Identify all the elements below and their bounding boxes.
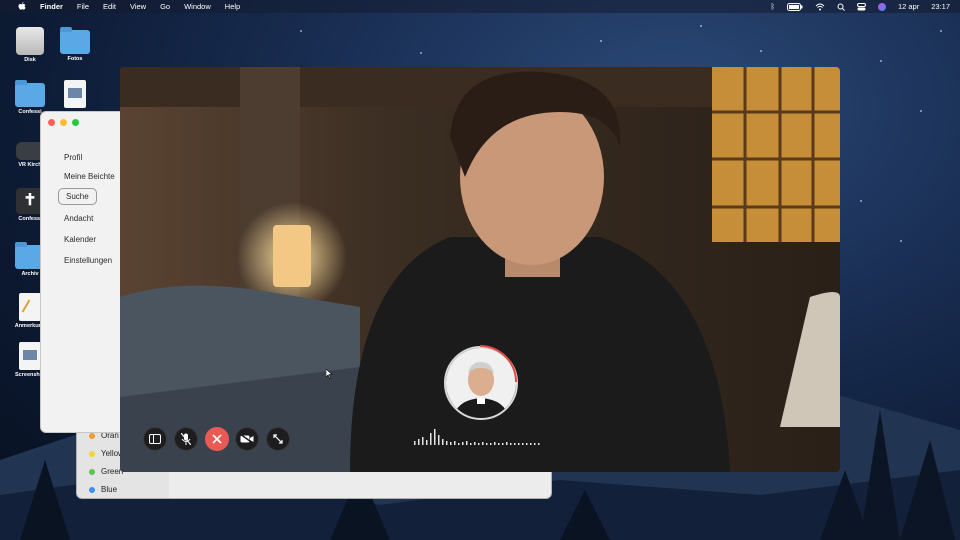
sidebar-item-andacht[interactable]: Andacht xyxy=(64,214,93,223)
mute-button[interactable] xyxy=(174,427,198,451)
sidebar-item-profil[interactable]: Profil xyxy=(64,153,82,162)
siri-icon[interactable] xyxy=(877,2,886,11)
minimize-window-button[interactable] xyxy=(60,119,67,126)
audio-level-ring xyxy=(479,345,517,383)
blue-tag-dot-icon xyxy=(89,486,95,493)
sidebar-item-suche[interactable]: Suche xyxy=(58,188,97,205)
fullscreen-button[interactable] xyxy=(266,427,290,451)
image-file-icon xyxy=(64,80,86,108)
menu-bar: Finder File Edit View Go Window Help ᛒ 1… xyxy=(0,0,960,13)
image-file-icon xyxy=(19,342,41,370)
tag-green[interactable]: Green xyxy=(89,467,123,476)
end-call-button[interactable] xyxy=(205,427,229,451)
menu-window[interactable]: Window xyxy=(184,2,211,11)
sidebar-toggle-button[interactable] xyxy=(143,427,167,451)
menu-go[interactable]: Go xyxy=(160,2,170,11)
sidebar-toggle-icon xyxy=(149,434,161,444)
sidebar-item-einstellungen[interactable]: Einstellungen xyxy=(64,256,112,265)
end-call-icon xyxy=(212,434,222,444)
menu-time[interactable]: 23:17 xyxy=(931,2,950,11)
battery-icon[interactable] xyxy=(786,2,803,11)
video-off-icon xyxy=(240,434,254,444)
search-icon[interactable] xyxy=(837,3,845,11)
folder-icon xyxy=(60,27,90,54)
green-tag-dot-icon xyxy=(89,468,95,475)
document-icon xyxy=(19,293,41,321)
close-window-button[interactable] xyxy=(48,119,55,126)
desktop-icon-disk[interactable]: Disk xyxy=(8,27,52,63)
orange-tag-dot-icon xyxy=(89,432,95,439)
tag-yellow[interactable]: Yellow xyxy=(89,449,124,458)
menu-edit[interactable]: Edit xyxy=(103,2,116,11)
bluetooth-icon[interactable]: ᛒ xyxy=(770,2,775,11)
menu-date[interactable]: 12 apr xyxy=(898,2,919,11)
desktop-icon-image[interactable] xyxy=(53,80,97,110)
maximize-window-button[interactable] xyxy=(72,119,79,126)
apple-logo-icon[interactable] xyxy=(18,2,26,11)
mute-microphone-icon xyxy=(181,433,191,445)
folder-icon xyxy=(15,80,45,107)
menu-help[interactable]: Help xyxy=(225,2,240,11)
desktop-icon-label: Disk xyxy=(24,57,36,63)
control-center-icon[interactable] xyxy=(856,2,866,11)
video-toggle-button[interactable] xyxy=(235,427,259,451)
menu-view[interactable]: View xyxy=(130,2,146,11)
desktop-icon-fotos[interactable]: Fotos xyxy=(53,27,97,62)
sidebar-item-kalender[interactable]: Kalender xyxy=(64,235,96,244)
menu-file[interactable]: File xyxy=(77,2,89,11)
fullscreen-icon xyxy=(273,434,283,444)
mouse-cursor-icon xyxy=(326,369,333,379)
desktop-icon-label: Fotos xyxy=(67,56,83,62)
sidebar-item-meine-beichte[interactable]: Meine Beichte xyxy=(64,172,115,181)
audio-waveform xyxy=(414,429,540,445)
tag-blue[interactable]: Blue xyxy=(89,485,117,494)
disk-icon xyxy=(16,27,44,55)
menu-app-name[interactable]: Finder xyxy=(40,2,63,11)
wifi-icon[interactable] xyxy=(815,3,825,11)
yellow-tag-dot-icon xyxy=(89,450,95,457)
tag-label: Blue xyxy=(101,485,118,494)
